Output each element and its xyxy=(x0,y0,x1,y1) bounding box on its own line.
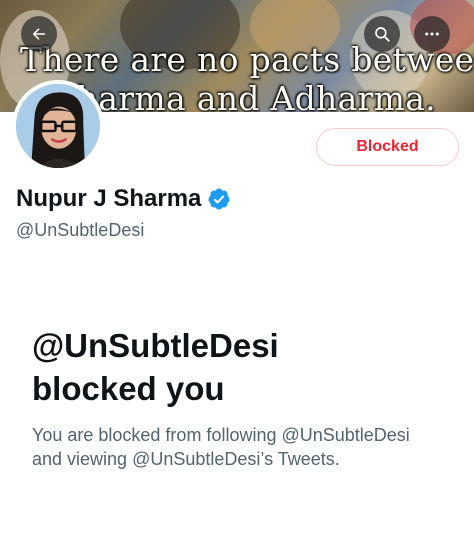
back-button[interactable] xyxy=(21,16,57,52)
banner-caption-line1: There are no pacts between xyxy=(20,40,474,79)
blocked-title-line1: @UnSubtleDesi xyxy=(32,327,279,364)
search-button[interactable] xyxy=(364,16,400,52)
back-arrow-icon xyxy=(32,28,45,40)
search-icon xyxy=(375,27,390,42)
banner-caption-line2: Dharma and Adharma. xyxy=(50,79,436,112)
verified-badge-icon xyxy=(208,188,230,210)
blocked-button[interactable]: Blocked xyxy=(316,128,459,166)
more-button[interactable] xyxy=(414,16,450,52)
avatar[interactable] xyxy=(12,80,104,172)
display-name: Nupur J Sharma xyxy=(16,185,202,212)
profile-name-row: Nupur J Sharma xyxy=(16,185,231,213)
blocked-notice-title: @UnSubtleDesi blocked you xyxy=(32,324,452,410)
blocked-notice-description: You are blocked from following @UnSubtle… xyxy=(32,425,410,469)
more-icon xyxy=(425,32,439,36)
profile-handle: @UnSubtleDesi xyxy=(16,220,145,240)
blocked-title-line2: blocked you xyxy=(32,370,225,407)
avatar-image xyxy=(16,84,100,168)
